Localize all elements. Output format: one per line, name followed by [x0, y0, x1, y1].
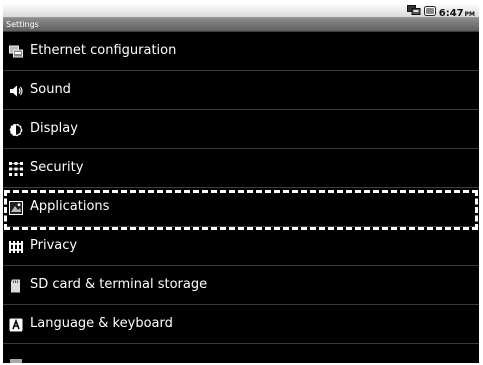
brightness-icon	[9, 122, 23, 137]
settings-item-sd-card-storage[interactable]: SD card & terminal storage	[3, 266, 479, 305]
title-bar: Settings	[3, 18, 479, 32]
sd-card-icon	[9, 278, 23, 293]
voice-icon	[9, 356, 23, 363]
applications-icon	[9, 200, 23, 215]
settings-item-privacy[interactable]: Privacy	[3, 227, 479, 266]
settings-item-label: SD card & terminal storage	[30, 277, 208, 292]
settings-item-label: Security	[30, 160, 84, 175]
settings-item-language-keyboard[interactable]: Language & keyboard	[3, 305, 479, 344]
settings-item-label: Sound	[30, 82, 71, 97]
settings-item-label: Language & keyboard	[30, 316, 173, 331]
status-bar: 6:47PM	[3, 3, 479, 19]
security-grid-icon	[9, 161, 23, 176]
clock-ampm: PM	[464, 10, 475, 18]
settings-item-label: Privacy	[30, 238, 78, 253]
settings-item-display[interactable]: Display	[3, 110, 479, 149]
keyboard-a-icon	[9, 317, 23, 332]
settings-item-label: Display	[30, 121, 78, 136]
page-title: Settings	[6, 20, 39, 29]
ethernet-icon	[9, 44, 23, 58]
settings-item-applications[interactable]: Applications	[3, 188, 479, 227]
status-indicators: 6:47PM	[406, 4, 475, 19]
settings-item-label: Applications	[30, 199, 110, 214]
settings-item-voice[interactable]	[3, 344, 479, 363]
clock-time: 6:47	[438, 7, 464, 19]
settings-item-label: Ethernet configuration	[30, 43, 177, 58]
settings-item-ethernet-configuration[interactable]: Ethernet configuration	[3, 32, 479, 71]
settings-item-sound[interactable]: Sound	[3, 71, 479, 110]
speaker-icon	[9, 83, 23, 97]
settings-item-security[interactable]: Security	[3, 149, 479, 188]
android-screen: 6:47PM Settings Ethernet configuration S…	[3, 3, 479, 363]
privacy-icon	[9, 239, 23, 253]
